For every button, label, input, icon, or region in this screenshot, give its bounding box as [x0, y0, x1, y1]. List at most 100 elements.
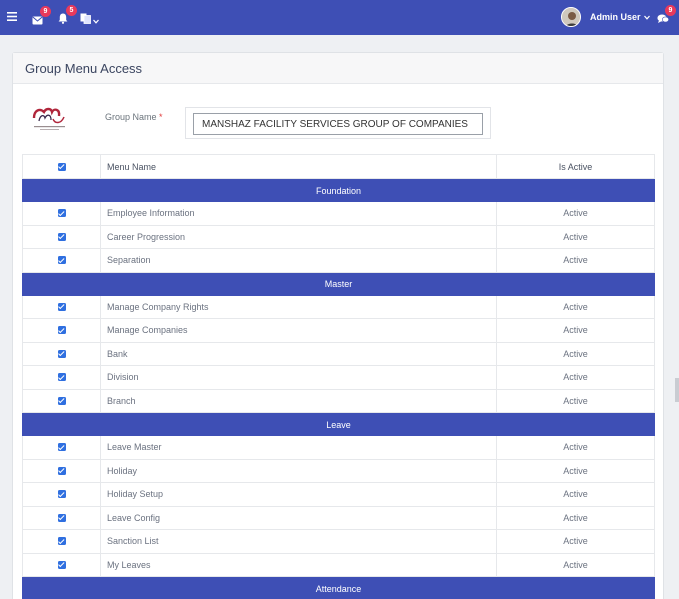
menu-access-checkbox[interactable]	[57, 373, 66, 382]
status-cell: Active	[563, 442, 588, 453]
menu-access-checkbox[interactable]	[57, 513, 66, 522]
menu-access-checkbox[interactable]	[57, 466, 66, 475]
checkbox-cell	[23, 553, 101, 576]
chevron-down-icon	[93, 11, 99, 29]
checkbox-cell	[23, 342, 101, 365]
table-row: Holiday Active	[22, 459, 655, 483]
notifications-button[interactable]: 5	[58, 5, 77, 29]
group-name-field-wrapper	[185, 107, 491, 139]
table-row: Employee Information Active	[22, 202, 655, 226]
menu-name-cell: Branch	[101, 389, 497, 412]
is-active-header: Is Active	[558, 161, 593, 172]
section-header: Master	[22, 272, 655, 296]
table-row: Separation Active	[22, 249, 655, 273]
menu-access-checkbox[interactable]	[57, 490, 66, 499]
status-cell: Active	[563, 325, 588, 336]
menu-name-cell: Sanction List	[101, 530, 497, 553]
status-cell: Active	[563, 536, 588, 547]
card-title: Group Menu Access	[13, 53, 663, 84]
avatar	[561, 7, 581, 27]
table-row: Sanction List Active	[22, 530, 655, 554]
checkbox-cell	[23, 249, 101, 272]
required-mark: *	[159, 112, 163, 122]
menu-name-cell: Manage Company Rights	[101, 295, 497, 318]
group-name-input[interactable]	[193, 113, 483, 135]
table-row: Career Progression Active	[22, 225, 655, 249]
checkbox-cell	[23, 530, 101, 553]
menu-name-cell: Holiday Setup	[101, 483, 497, 506]
menu-access-checkbox[interactable]	[57, 209, 66, 218]
menu-access-checkbox[interactable]	[57, 537, 66, 546]
status-cell: Active	[563, 559, 588, 570]
section-header: Foundation	[22, 179, 655, 202]
menu-name-cell: Career Progression	[101, 225, 497, 248]
status-cell: Active	[563, 231, 588, 242]
table-row: Manage Company Rights Active	[22, 295, 655, 319]
chat-button[interactable]: 9	[657, 5, 676, 29]
checkbox-cell	[23, 459, 101, 482]
group-name-label: Group Name *	[105, 112, 163, 122]
messages-badge: 9	[40, 6, 51, 17]
menu-access-checkbox[interactable]	[57, 256, 66, 265]
table-row: Division Active	[22, 366, 655, 390]
status-cell: Active	[563, 255, 588, 266]
menu-name-cell: Leave Master	[101, 436, 497, 459]
language-selector[interactable]	[80, 11, 99, 29]
messages-button[interactable]: 9	[32, 6, 51, 30]
checkbox-cell	[23, 389, 101, 412]
table-row: Manage Companies Active	[22, 319, 655, 343]
table-row: Leave Config Active	[22, 506, 655, 530]
table-row: Leave Master Active	[22, 436, 655, 460]
table-row: Branch Active	[22, 389, 655, 413]
hamburger-menu-icon[interactable]	[7, 12, 17, 21]
menu-name-cell: Employee Information	[101, 202, 497, 225]
checkbox-cell	[23, 202, 101, 225]
menu-name-cell: Holiday	[101, 459, 497, 482]
menu-name-cell: Bank	[101, 342, 497, 365]
user-name: Admin User	[590, 12, 641, 22]
scrollbar-thumb[interactable]	[675, 378, 679, 402]
status-cell: Active	[563, 512, 588, 523]
menu-name-cell: Division	[101, 366, 497, 389]
checkbox-cell	[23, 366, 101, 389]
checkbox-cell	[23, 295, 101, 318]
table-row: My Leaves Active	[22, 553, 655, 577]
user-menu[interactable]: Admin User	[561, 7, 650, 27]
checkbox-cell	[23, 436, 101, 459]
section-header: Leave	[22, 413, 655, 436]
menu-access-checkbox[interactable]	[57, 232, 66, 241]
status-cell: Active	[563, 489, 588, 500]
table-row: Bank Active	[22, 342, 655, 366]
menu-name-cell: Manage Companies	[101, 319, 497, 342]
select-all-checkbox[interactable]	[57, 162, 66, 171]
menu-name-cell: Leave Config	[101, 506, 497, 529]
table-header-row: Menu Name Is Active	[22, 154, 655, 179]
section-header: Attendance	[22, 577, 655, 599]
menu-access-checkbox[interactable]	[57, 396, 66, 405]
chat-badge: 9	[665, 5, 676, 16]
menu-name-header: Menu Name	[101, 155, 497, 178]
notifications-badge: 5	[66, 5, 77, 16]
menu-access-checkbox[interactable]	[57, 443, 66, 452]
menu-name-cell: Separation	[101, 249, 497, 272]
menu-access-checkbox[interactable]	[57, 560, 66, 569]
menu-name-cell: My Leaves	[101, 553, 497, 576]
menu-access-checkbox[interactable]	[57, 302, 66, 311]
select-all-cell	[23, 155, 101, 178]
table-row: Holiday Setup Active	[22, 483, 655, 507]
menu-access-checkbox[interactable]	[57, 326, 66, 335]
status-cell: Active	[563, 372, 588, 383]
top-navbar: 9 5 Admin User 9	[0, 0, 679, 35]
status-cell: Active	[563, 348, 588, 359]
checkbox-cell	[23, 483, 101, 506]
group-menu-access-card: Group Menu Access Group Name * Menu Name…	[12, 52, 664, 599]
language-icon	[80, 11, 91, 29]
menu-access-checkbox[interactable]	[57, 349, 66, 358]
status-cell: Active	[563, 208, 588, 219]
company-logo	[31, 101, 71, 137]
status-cell: Active	[563, 301, 588, 312]
chevron-down-icon	[643, 15, 650, 20]
menu-access-table: Menu Name Is Active Foundation Employee I…	[22, 154, 655, 599]
status-cell: Active	[563, 395, 588, 406]
status-cell: Active	[563, 465, 588, 476]
